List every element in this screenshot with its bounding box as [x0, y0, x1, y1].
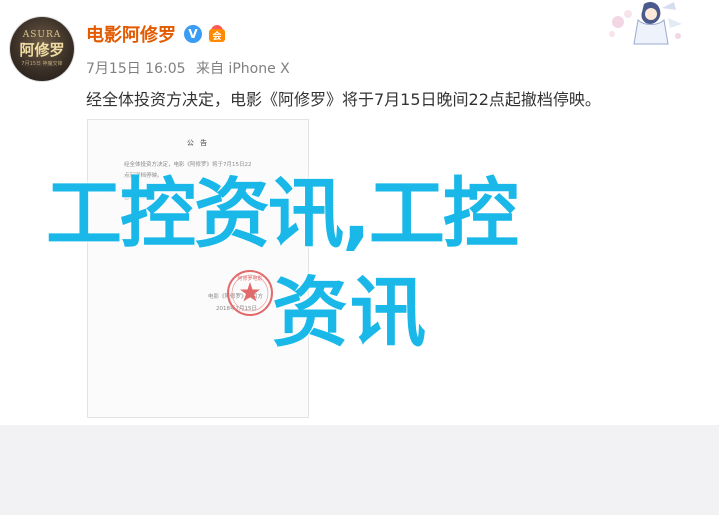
watermark-line-2: 资讯	[272, 268, 428, 357]
avatar-logo-cn: 阿修罗	[19, 41, 65, 59]
author-row: 电影阿修罗 V 会	[86, 22, 227, 46]
anime-sticker-icon	[609, 2, 682, 45]
author-avatar[interactable]: ASURA 阿修罗 7月15日 神魔交锋	[10, 17, 74, 81]
watermark-line-1: 工控资讯,工控	[46, 169, 519, 258]
post-text: 经全体投资方决定，电影《阿修罗》将于7月15日晚间22点起撤档停映。	[86, 90, 601, 109]
member-badge-icon[interactable]: 会	[207, 25, 227, 43]
doc-title: 公 告	[186, 139, 210, 147]
post-source: 来自 iPhone X	[195, 61, 290, 77]
author-name[interactable]: 电影阿修罗	[86, 21, 176, 47]
weibo-post-card: ASURA 阿修罗 7月15日 神魔交锋 电影阿修罗 V 会 7月15日 16:…	[0, 0, 719, 425]
verified-icon[interactable]: V	[184, 25, 202, 43]
seal-text: 阿修罗电影	[237, 275, 262, 282]
badge-body: 会	[209, 29, 225, 42]
avatar-logo-sub: 7月15日 神魔交锋	[21, 61, 63, 67]
post-meta: 7月15日 16:05 来自 iPhone X	[86, 58, 296, 78]
doc-line: 经全体投资方决定，电影《阿修罗》将于7月15日22	[124, 162, 252, 168]
post-time[interactable]: 7月15日 16:05	[86, 61, 186, 77]
red-seal-stamp: 阿修罗电影	[227, 270, 273, 316]
